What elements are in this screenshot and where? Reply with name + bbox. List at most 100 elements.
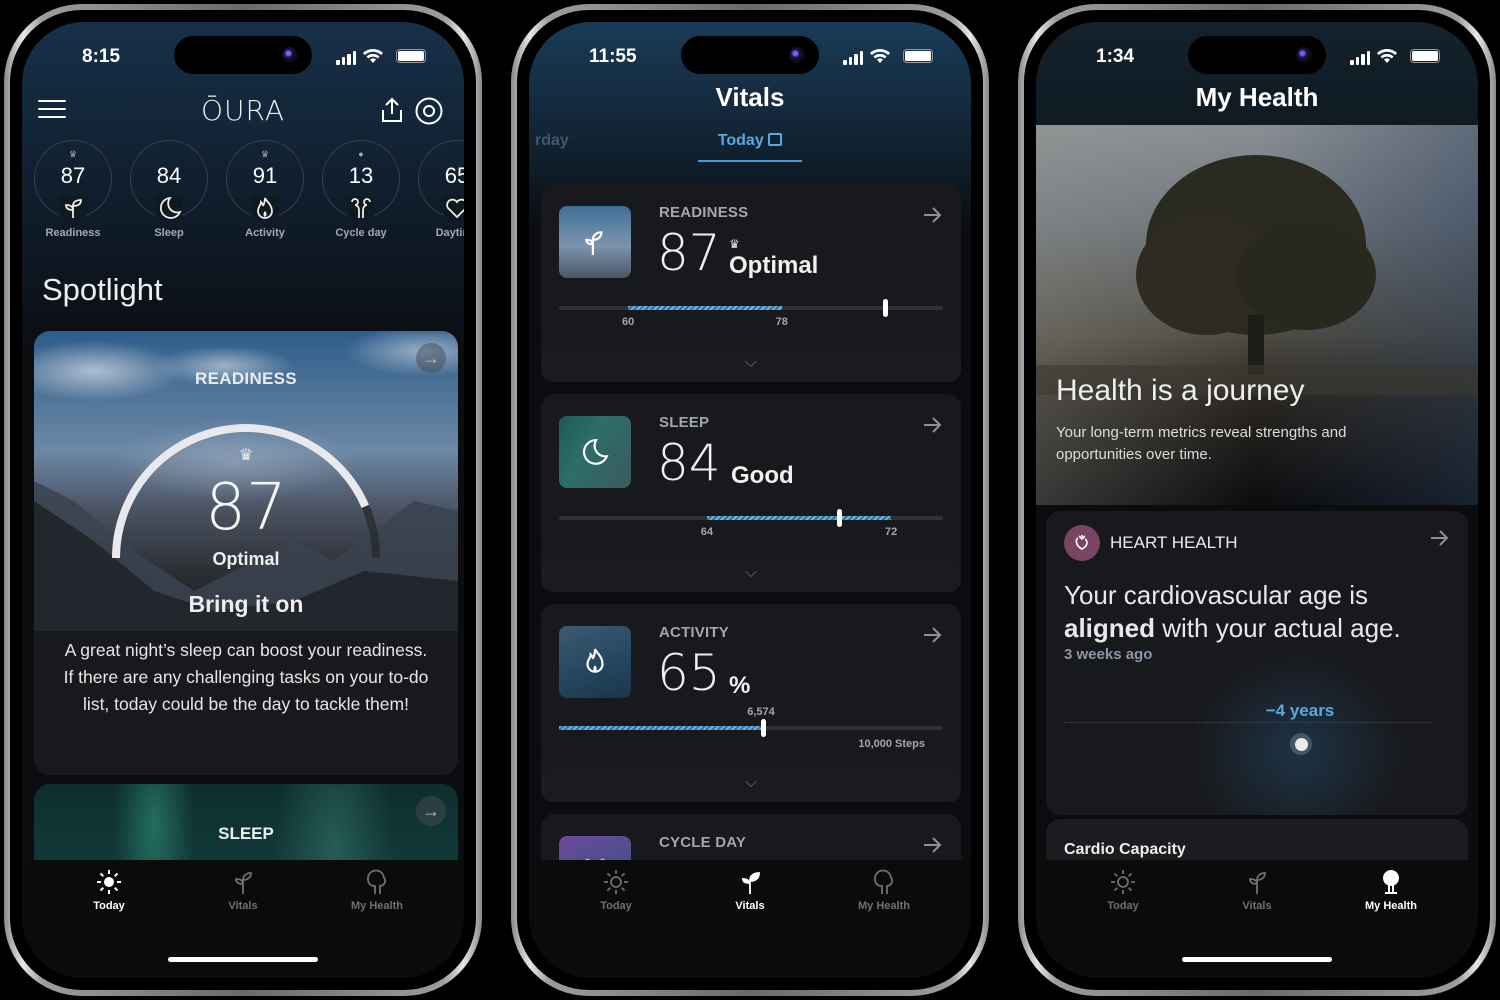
vital-unit: % xyxy=(729,672,751,699)
home-indicator[interactable] xyxy=(1182,957,1332,962)
arrow-right-icon[interactable]: → xyxy=(416,796,446,826)
value-marker xyxy=(883,299,889,317)
screen-vitals: 11:55 Vitals rday Today READINESS 87 ♛ O… xyxy=(529,22,971,978)
ring-daytime[interactable]: 65 Daytime xyxy=(418,140,464,239)
ring-readiness[interactable]: ♛ 87 Readiness xyxy=(34,140,112,239)
wifi-icon xyxy=(1377,49,1397,63)
sprout-icon xyxy=(585,231,603,255)
tab-vitals[interactable]: Vitals xyxy=(695,860,805,978)
chevron-down-icon: ⌵ xyxy=(744,564,758,581)
tab-label: Today xyxy=(600,900,632,912)
tab-today[interactable]: Today xyxy=(1068,860,1178,978)
tab-today[interactable]: Today xyxy=(561,860,671,978)
card-title: SLEEP xyxy=(218,824,274,843)
tab-bar: Today Vitals My Health xyxy=(529,860,971,978)
dynamic-island xyxy=(1188,36,1326,74)
ring-value: 91 xyxy=(252,163,278,188)
vital-state: Good xyxy=(731,462,794,489)
tab-label: My Health xyxy=(351,900,403,912)
heart-icon xyxy=(444,196,464,220)
ring-label: Sleep xyxy=(154,227,184,239)
expand-button[interactable]: ⌵ xyxy=(541,558,961,592)
steps-track xyxy=(559,719,943,737)
sleep-thumbnail xyxy=(559,416,631,488)
arrow-right-icon[interactable] xyxy=(921,204,943,226)
ring-label: Activity xyxy=(245,227,285,239)
tree-icon xyxy=(874,869,894,894)
sprout-icon xyxy=(1249,872,1266,894)
readiness-spotlight-card[interactable]: → READINESS ♛ 87 Optimal Bring it on A g… xyxy=(34,331,458,775)
spotlight-title: Spotlight xyxy=(42,272,163,307)
arrow-right-icon[interactable] xyxy=(921,624,943,646)
readiness-score: 87 xyxy=(205,471,287,545)
chevron-down-icon: ⌵ xyxy=(744,354,758,371)
vital-card-main[interactable]: SLEEP 84 Good 64 72 xyxy=(541,394,961,554)
moon-icon xyxy=(156,196,182,220)
hero-subtitle: Your long-term metrics reveal strengths … xyxy=(1056,424,1347,463)
ring-cycle-day[interactable]: ● 13 Cycle day xyxy=(322,140,400,239)
tab-my-health[interactable]: My Health xyxy=(322,860,432,978)
expand-button[interactable]: ⌵ xyxy=(541,768,961,802)
vital-state: Optimal xyxy=(729,252,819,279)
message-text: with your actual age. xyxy=(1162,613,1401,643)
range-track: 64 72 xyxy=(559,509,943,538)
tab-today[interactable]: Today xyxy=(54,860,164,978)
tab-label: Today xyxy=(1107,900,1139,912)
page-title: Vitals xyxy=(715,82,785,112)
age-marker xyxy=(1290,733,1312,755)
crown-icon: ♛ xyxy=(238,447,254,464)
arrow-right-icon[interactable] xyxy=(1428,527,1450,549)
flame-icon xyxy=(252,196,278,220)
tab-label: Today xyxy=(93,900,125,912)
hamburger-icon[interactable] xyxy=(38,100,66,120)
app-header: ŌURA xyxy=(22,82,464,132)
status-time: 11:55 xyxy=(589,46,637,67)
message-emphasis: aligned xyxy=(1064,613,1156,643)
screen-my-health: 1:34 My Health Health is a journey Your … xyxy=(1036,22,1478,978)
heart-health-label: HEART HEALTH xyxy=(1110,533,1238,552)
expand-button[interactable]: ⌵ xyxy=(541,348,961,382)
sprout-icon xyxy=(60,196,86,220)
phone-today: 8:15 ŌURA ♛ 87 Readiness 84 Sleep ♛ 91 Act… xyxy=(4,4,482,996)
target-icon[interactable] xyxy=(414,96,444,126)
age-delta: −4 years xyxy=(1265,701,1335,720)
wifi-icon xyxy=(870,49,890,63)
vital-card-main[interactable]: READINESS 87 ♛ Optimal 60 78 xyxy=(541,184,961,344)
arrow-right-icon[interactable] xyxy=(921,414,943,436)
baseline-line xyxy=(1064,722,1432,723)
drop-icon: ● xyxy=(358,149,364,159)
date-tab-label: Today xyxy=(717,132,764,149)
range-tick-label: 60 xyxy=(621,316,635,328)
range-track: 60 78 xyxy=(559,299,943,328)
tab-today-date[interactable]: Today xyxy=(529,132,971,150)
arrow-right-icon[interactable] xyxy=(921,834,943,856)
tab-my-health[interactable]: My Health xyxy=(1336,860,1446,978)
signal-icon xyxy=(843,51,863,65)
vital-card-main[interactable]: ACTIVITY 65 % 6,574 10,000 Steps xyxy=(541,604,961,764)
ring-value: 87 xyxy=(60,163,86,188)
heart-health-card[interactable]: HEART HEALTH Your cardiovascular age is a… xyxy=(1046,511,1468,815)
range-band xyxy=(706,516,892,520)
readiness-body: A great night’s sleep can boost your rea… xyxy=(63,640,429,714)
hero-title: Health is a journey xyxy=(1056,374,1305,407)
tab-my-health[interactable]: My Health xyxy=(829,860,939,978)
value-marker xyxy=(760,719,766,737)
tree-icon xyxy=(367,869,387,894)
ring-label: Daytime xyxy=(435,227,464,239)
home-indicator[interactable] xyxy=(168,957,318,962)
sun-icon xyxy=(604,870,628,894)
range-tick-label: 78 xyxy=(775,316,788,328)
ring-label: Cycle day xyxy=(335,227,387,239)
vital-value: 65 xyxy=(657,644,721,702)
message-text: Your cardiovascular age is xyxy=(1064,580,1368,610)
timestamp: 3 weeks ago xyxy=(1064,646,1153,663)
battery-icon xyxy=(903,49,933,63)
vital-label: CYCLE DAY xyxy=(659,834,747,851)
ring-sleep[interactable]: 84 Sleep xyxy=(130,140,208,239)
dynamic-island xyxy=(174,36,312,74)
ring-activity[interactable]: ♛ 91 Activity xyxy=(226,140,304,239)
tab-label: Vitals xyxy=(735,900,765,912)
share-icon[interactable] xyxy=(378,96,406,124)
range-tick-label: 72 xyxy=(885,526,898,538)
status-time: 1:34 xyxy=(1096,46,1135,67)
